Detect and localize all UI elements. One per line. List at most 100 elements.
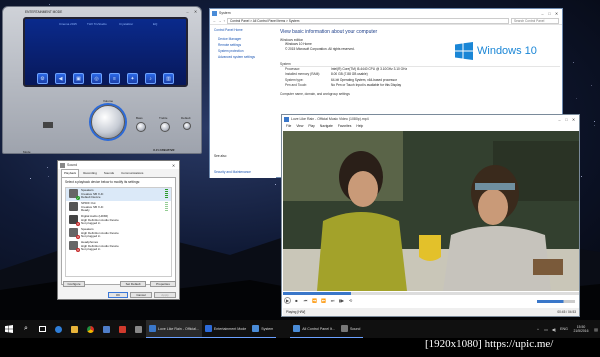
language-indicator[interactable]: ENG bbox=[558, 320, 570, 338]
configure-button[interactable]: Configure bbox=[63, 281, 85, 287]
tab-cinema[interactable]: Cinema 2015 bbox=[59, 22, 77, 28]
address-bar: ← → ↑ Control Panel > All Control Panel … bbox=[210, 17, 562, 25]
player-icon bbox=[284, 116, 289, 122]
stop-icon[interactable]: ■ bbox=[293, 297, 300, 304]
bass-knob[interactable] bbox=[136, 122, 146, 132]
page-title: View basic information about your comput… bbox=[280, 29, 378, 35]
device-speakers-xfi[interactable]: ✓ Speakers Creative SB X-Fi Default Device bbox=[66, 188, 171, 201]
tab-crystalizer[interactable]: Crystalizer bbox=[119, 22, 133, 28]
tab-eq[interactable]: EQ bbox=[153, 22, 157, 28]
menu-file[interactable]: File bbox=[286, 124, 291, 128]
crystalizer-icon[interactable]: ✦ bbox=[127, 73, 138, 84]
sidebar-item-advanced[interactable]: Advanced system settings bbox=[210, 54, 276, 60]
star bbox=[593, 120, 595, 122]
tab-thx[interactable]: THX TruStudio bbox=[87, 22, 107, 28]
menu-favorites[interactable]: Favorites bbox=[338, 124, 352, 128]
forward-icon[interactable]: → bbox=[218, 19, 221, 23]
default-button[interactable] bbox=[183, 122, 191, 130]
frame-step-icon[interactable]: ▮▶ bbox=[338, 297, 345, 304]
tab-communications[interactable]: Communications bbox=[118, 169, 146, 177]
task-view-icon[interactable] bbox=[34, 320, 50, 338]
security-maintenance-link[interactable]: Security and Maintenance bbox=[214, 170, 251, 174]
file-explorer-icon[interactable] bbox=[66, 320, 82, 338]
previous-icon[interactable]: ⏮ bbox=[302, 297, 309, 304]
minimize-button[interactable]: – bbox=[539, 10, 546, 17]
app-icon[interactable] bbox=[130, 320, 146, 338]
seek-bar[interactable] bbox=[283, 292, 579, 295]
back-icon[interactable]: ← bbox=[213, 19, 216, 23]
volume-icon[interactable]: ◀) bbox=[550, 320, 558, 338]
speaker-icon bbox=[60, 162, 65, 168]
close-button[interactable]: ✕ bbox=[553, 10, 560, 17]
resolution-watermark: [1920x1080] https://upic.me/ bbox=[425, 338, 554, 350]
star bbox=[575, 97, 577, 99]
close-button[interactable]: ✕ bbox=[192, 8, 199, 15]
chrome-icon[interactable] bbox=[82, 320, 98, 338]
cinema-icon[interactable]: ▣ bbox=[73, 73, 84, 84]
menu-view[interactable]: View bbox=[296, 124, 303, 128]
taskbar-app-entertainment-mode[interactable]: Entertainment Mode bbox=[201, 320, 250, 338]
clock[interactable]: 15:50 21/5/2016 bbox=[570, 325, 592, 333]
minimize-button[interactable]: – bbox=[184, 8, 191, 15]
tray-chevron-icon[interactable]: ^ bbox=[534, 320, 542, 338]
search-icon[interactable]: ⌕ bbox=[18, 320, 34, 338]
taskbar-app-media-player[interactable]: Love Like Rain - Official... bbox=[146, 320, 202, 338]
vivaldi-icon[interactable] bbox=[114, 320, 130, 338]
mixer-icon[interactable]: ▥ bbox=[163, 73, 174, 84]
store-icon[interactable] bbox=[98, 320, 114, 338]
tab-playback[interactable]: Playback bbox=[61, 169, 80, 177]
start-button[interactable] bbox=[0, 320, 18, 338]
speaker-icon[interactable]: ◀ bbox=[55, 73, 66, 84]
properties-button[interactable]: Properties bbox=[150, 281, 176, 287]
taskbar-app-sound[interactable]: Sound bbox=[338, 320, 364, 338]
device-hdmi[interactable]: ✕ Digital Audio (HDMI) High Definition Au… bbox=[66, 214, 171, 227]
volume-slider[interactable] bbox=[537, 300, 575, 303]
menu-help[interactable]: Help bbox=[356, 124, 363, 128]
video-frame[interactable] bbox=[283, 131, 579, 291]
maximize-button[interactable]: □ bbox=[546, 10, 553, 17]
minimize-button[interactable]: – bbox=[556, 116, 563, 123]
device-speakers-hd[interactable]: ✕ Speakers High Definition Audio Device No… bbox=[66, 227, 171, 240]
device-spdif[interactable]: SPDIF Out Creative SB X-Fi Ready bbox=[66, 201, 171, 214]
close-button[interactable]: ✕ bbox=[570, 116, 577, 123]
volume-knob[interactable] bbox=[91, 105, 125, 139]
device-list[interactable]: ✓ Speakers Creative SB X-Fi Default Device… bbox=[65, 187, 172, 277]
star bbox=[275, 183, 277, 185]
microphone-icon[interactable]: ♪ bbox=[145, 73, 156, 84]
menu-play[interactable]: Play bbox=[308, 124, 314, 128]
network-icon[interactable]: ▭ bbox=[542, 320, 550, 338]
tab-recording[interactable]: Recording bbox=[80, 169, 100, 177]
next-icon[interactable]: ⏭ bbox=[329, 297, 336, 304]
thx-icon[interactable]: ◎ bbox=[91, 73, 102, 84]
up-icon[interactable]: ↑ bbox=[223, 19, 225, 23]
sidebar-item-home[interactable]: Control Panel Home bbox=[210, 26, 276, 36]
windows-10-logo: Windows 10 bbox=[455, 42, 537, 60]
see-also-label: See also bbox=[214, 154, 227, 158]
device-headphones[interactable]: ✕ Headphones High Definition Audio Device… bbox=[66, 240, 171, 253]
eq-slider[interactable] bbox=[43, 122, 53, 128]
cancel-button[interactable]: Cancel bbox=[130, 292, 152, 298]
loop-icon[interactable]: ⟲ bbox=[347, 297, 354, 304]
equalizer-icon[interactable]: ≡ bbox=[109, 73, 120, 84]
system-icon bbox=[212, 10, 217, 16]
rewind-icon[interactable]: ⏪ bbox=[311, 297, 318, 304]
forward-icon[interactable]: ⏩ bbox=[320, 297, 327, 304]
breadcrumb[interactable]: Control Panel > All Control Panel Items … bbox=[226, 17, 509, 24]
set-default-button[interactable]: Set Default bbox=[120, 281, 146, 287]
ok-button[interactable]: OK bbox=[108, 292, 128, 298]
close-button[interactable]: ✕ bbox=[170, 162, 177, 169]
maximize-button[interactable]: □ bbox=[563, 116, 570, 123]
taskbar-app-control-panel[interactable]: All Control Panel It... bbox=[290, 320, 339, 338]
menu-navigate[interactable]: Navigate bbox=[320, 124, 333, 128]
edge-icon[interactable] bbox=[50, 320, 66, 338]
apply-button[interactable]: Apply bbox=[154, 292, 176, 298]
settings-icon[interactable]: ⚙ bbox=[37, 73, 48, 84]
search-input[interactable]: Search Control Panel bbox=[511, 17, 559, 24]
media-titlebar: Love Like Rain - Official Music Video (1… bbox=[282, 115, 579, 123]
notifications-icon[interactable]: ▤ bbox=[592, 320, 600, 338]
taskbar-app-system[interactable]: System bbox=[249, 320, 277, 338]
play-icon[interactable]: ▶ bbox=[284, 297, 291, 304]
tab-sounds[interactable]: Sounds bbox=[101, 169, 117, 177]
seek-progress bbox=[283, 292, 352, 295]
treble-knob[interactable] bbox=[160, 122, 170, 132]
